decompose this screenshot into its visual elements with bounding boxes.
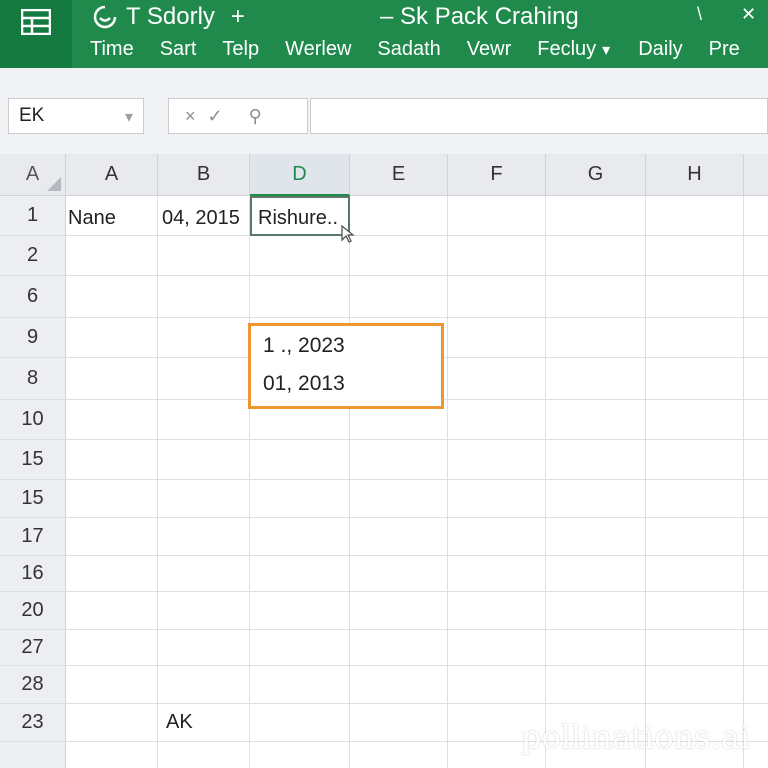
corner-label: A	[25, 163, 40, 185]
grid-line	[66, 439, 768, 440]
ribbon-menu: Time Sart Telp Werlew Sadath Vewr Fecluy…	[90, 38, 766, 61]
minimize-button[interactable]: \	[697, 4, 702, 25]
menu-item-daily[interactable]: Daily	[638, 38, 682, 61]
row-header[interactable]: 23	[0, 704, 66, 742]
grid-line	[645, 196, 646, 768]
column-header-d[interactable]: D	[250, 154, 350, 196]
grid-line	[66, 629, 768, 630]
formula-tools: × ✓ ⚲	[168, 98, 308, 134]
menu-item-fecluy[interactable]: Fecluy ▾	[537, 38, 610, 61]
document-title: T Sdorly	[126, 3, 215, 30]
grid-line	[545, 196, 546, 768]
formula-bar-area: EK ▾ × ✓ ⚲	[0, 68, 768, 154]
cancel-icon[interactable]: ×	[185, 106, 196, 127]
grid-line	[743, 196, 744, 768]
document-title-group: T Sdorly +	[92, 3, 245, 31]
menu-item-fecluy-label: Fecluy	[537, 38, 597, 60]
row-header[interactable]: 28	[0, 666, 66, 704]
formula-input[interactable]	[310, 98, 768, 134]
menu-item-vewr[interactable]: Vewr	[467, 38, 511, 61]
select-all-corner[interactable]: A	[0, 154, 66, 196]
row-header[interactable]: 17	[0, 518, 66, 556]
menu-item-sadath[interactable]: Sadath	[377, 38, 440, 61]
column-header-a[interactable]: A	[66, 154, 158, 196]
menu-item-sart[interactable]: Sart	[160, 38, 197, 61]
watermark: pollinations.ai	[520, 718, 750, 756]
row-header[interactable]: 27	[0, 630, 66, 666]
column-header-next[interactable]	[744, 154, 768, 196]
grid-line	[249, 196, 250, 768]
mouse-pointer-icon	[341, 224, 355, 243]
grid-line	[349, 196, 350, 768]
grid-line	[66, 479, 768, 480]
row-header[interactable]: 2	[0, 236, 66, 276]
column-header-b[interactable]: B	[158, 154, 250, 196]
cell-b23[interactable]: AK	[166, 711, 193, 734]
column-header-g[interactable]: G	[546, 154, 646, 196]
grid-line	[66, 317, 768, 318]
chevron-down-icon: ▾	[602, 42, 611, 59]
grid-line	[66, 235, 768, 236]
row-header[interactable]: 20	[0, 592, 66, 630]
function-icon[interactable]: ⚲	[249, 106, 262, 127]
grid-line	[66, 275, 768, 276]
select-all-triangle-icon	[47, 177, 61, 191]
menu-item-pre[interactable]: Pre	[709, 38, 740, 61]
menu-item-telp[interactable]: Telp	[222, 38, 259, 61]
spreadsheet-grid: A A B D E F G H 1 2 6 9 8 10 15 15 17 16…	[0, 154, 768, 768]
new-tab-button[interactable]: +	[231, 3, 245, 31]
row-header[interactable]: 16	[0, 556, 66, 592]
grid-line	[66, 555, 768, 556]
chevron-down-icon[interactable]: ▾	[125, 107, 133, 127]
cell-a1[interactable]: Nane	[68, 207, 116, 230]
menu-item-time[interactable]: Time	[90, 38, 134, 61]
window-title: – Sk Pack Crahing	[380, 3, 579, 30]
grid-line	[66, 703, 768, 704]
name-box[interactable]: EK ▾	[8, 98, 144, 134]
grid-line	[66, 517, 768, 518]
popup-option[interactable]: 1 ., 2023	[263, 334, 345, 358]
row-header[interactable]: 9	[0, 318, 66, 358]
close-button[interactable]: ✕	[741, 4, 756, 25]
date-suggestion-popup: 1 ., 2023 01, 2013	[248, 323, 444, 409]
row-header[interactable]	[0, 742, 66, 768]
column-header-h[interactable]: H	[646, 154, 744, 196]
row-header[interactable]: 15	[0, 480, 66, 518]
cell-d1[interactable]: Rishure..	[258, 207, 338, 230]
grid-line	[66, 591, 768, 592]
check-icon[interactable]: ✓	[208, 106, 223, 127]
row-header[interactable]: 8	[0, 358, 66, 400]
cell-b1[interactable]: 04, 2015	[162, 207, 240, 230]
grid-line	[66, 665, 768, 666]
smiley-icon[interactable]	[92, 4, 118, 30]
spreadsheet-app-icon[interactable]	[0, 0, 72, 68]
row-header[interactable]: 6	[0, 276, 66, 318]
row-header[interactable]: 15	[0, 440, 66, 480]
title-bar: T Sdorly + – Sk Pack Crahing \ ✕ Time Sa…	[0, 0, 768, 68]
column-header-f[interactable]: F	[448, 154, 546, 196]
row-header[interactable]: 1	[0, 196, 66, 236]
menu-item-werlew[interactable]: Werlew	[285, 38, 351, 61]
row-header[interactable]: 10	[0, 400, 66, 440]
column-header-e[interactable]: E	[350, 154, 448, 196]
grid-line	[447, 196, 448, 768]
grid-line	[157, 196, 158, 768]
popup-option[interactable]: 01, 2013	[263, 372, 345, 396]
name-box-value: EK	[19, 105, 45, 126]
spreadsheet-grid-icon	[21, 9, 51, 35]
